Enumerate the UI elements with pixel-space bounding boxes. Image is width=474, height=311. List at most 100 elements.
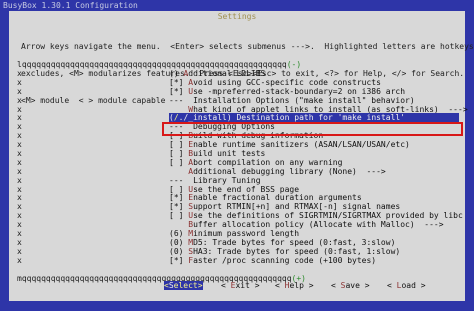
menu-border-char: x [17, 166, 22, 176]
menu-item[interactable]: [ ] Enable runtime sanitizers (ASAN/LSAN… [169, 140, 459, 149]
menu-item-prefix: [*] [169, 255, 189, 265]
menu-items: () Additional LDLIBS [*] Avoid using GCC-… [169, 69, 468, 265]
button-select[interactable]: <Select> [164, 281, 203, 290]
menu-item-label: dditional debugging library (None) ---> [193, 166, 386, 176]
menu-item-selected[interactable]: (/./_install) Destination path for 'make… [169, 113, 459, 122]
menu-item[interactable]: --- Library Tuning [169, 176, 459, 185]
menu-border-char: x [17, 255, 22, 265]
button-bar: <Select> < Exit > < Help > < Save > < Load > [9, 281, 465, 293]
menu-top-border: lqqqqqqqqqqqqqqqqqqqqqqqqqqqqqqqqqqqqqqq… [17, 60, 457, 69]
menu-item-label: hat kind of applet links to install (as … [193, 104, 468, 114]
menu-item-label: aster /proc scanning code (+100 bytes) [193, 255, 377, 265]
menu-item[interactable]: [*] Support RTMIN[+n] and RTMAX[-n] sign… [169, 202, 459, 211]
menu-item[interactable]: (6) Minimum password length [169, 229, 459, 238]
button-help[interactable]: < Help > [275, 281, 314, 290]
button-load[interactable]: < Load > [387, 281, 426, 290]
menu-border-char: x [17, 149, 22, 159]
menu-border-char: x [17, 140, 22, 150]
menu-item-prefix: [*] [169, 77, 189, 87]
menu-item-label: dditional LDLIBS [188, 69, 266, 78]
menu-border-char: x [17, 184, 22, 194]
menu-border-char: x [17, 69, 22, 78]
menu-border-char: x [17, 229, 22, 239]
scroll-up-indicator: (-) [286, 60, 302, 69]
menu-border-char: x [17, 246, 22, 256]
menu-item-prefix: (0) [169, 237, 189, 247]
menu-border-char: x [17, 220, 22, 230]
button-label: xit > [235, 281, 260, 290]
menu-item-label: se -mpreferred-stack-boundary=2 on i386 … [193, 86, 406, 96]
menu-border-char: x [17, 77, 22, 87]
menu-item-label: inimum password length [193, 229, 300, 239]
menu-item-prefix: [*] [169, 193, 189, 203]
menu-list: lqqqqqqqqqqqqqqqqqqqqqqqqqqqqqqqqqqqqqqq… [17, 60, 468, 283]
menu-item[interactable]: (0) MD5: Trade bytes for speed (0:fast, … [169, 238, 459, 247]
menu-item[interactable]: Buffer allocation policy (Allocate with … [169, 220, 459, 229]
menu-item-label: uffer allocation policy (Allocate with M… [193, 220, 444, 230]
menu-border-char: x [17, 193, 22, 203]
menu-border-char: x [17, 95, 22, 105]
menu-border-char: x [17, 237, 22, 247]
menu-border-char: x [17, 104, 22, 114]
menu-item[interactable]: [ ] Use the definitions of SIGRTMIN/SIGR… [169, 211, 463, 221]
menu-item-label: bort compilation on any warning [193, 157, 343, 167]
menu-item-prefix: [ ] [169, 184, 189, 194]
menu-item-prefix: --- [169, 95, 189, 105]
menu-item[interactable]: (0) SHA3: Trade bytes for speed (0:fast,… [169, 247, 459, 256]
button-bracket: < [331, 281, 341, 290]
menu-item[interactable]: [*] Avoid using GCC-specific code constr… [169, 78, 459, 87]
menu-item-label: void using GCC-specific code constructs [193, 77, 381, 87]
menu-item-prefix: [*] [169, 86, 189, 96]
menu-item-prefix: [ ] [169, 157, 189, 167]
button-bracket: < [275, 281, 285, 290]
menu-item-label: se the definitions of SIGRTMIN/SIGRTMAX … [193, 211, 463, 221]
menu-item[interactable]: [ ] Abort compilation on any warning [169, 158, 459, 167]
menu-item[interactable]: --- Installation Options ("make install"… [169, 96, 459, 105]
menu-item-prefix [169, 105, 188, 114]
menu-item[interactable]: [*] Faster /proc scanning code (+100 byt… [169, 256, 459, 265]
selection-highlight-box [162, 122, 463, 136]
top-border-line: lqqqqqqqqqqqqqqqqqqqqqqqqqqqqqqqqqqqqqqq… [17, 60, 287, 69]
menu-border-char: x [17, 211, 22, 221]
menu-border-char: x [17, 157, 22, 167]
menu-item-label: se the end of BSS page [193, 184, 300, 194]
help-line: Arrow keys navigate the menu. <Enter> se… [21, 42, 474, 51]
menu-left-border: xxxxxxxxxxxxxxxxxxxxxx [17, 69, 25, 265]
menu-border-char: x [17, 175, 22, 185]
menu-border-char: x [17, 202, 22, 212]
menu-item-prefix [169, 220, 188, 229]
menu-item-prefix: (6) [169, 229, 189, 239]
menu-item-label: HA3: Trade bytes for speed (0:fast, 1:sl… [193, 246, 401, 256]
menu-item-label: uild unit tests [193, 149, 266, 159]
settings-dialog: Settings Arrow keys navigate the menu. <… [9, 11, 474, 301]
menu-item[interactable]: [ ] Use the end of BSS page [169, 185, 459, 194]
menu-item-prefix: [ ] [169, 149, 189, 159]
menu-item[interactable]: [*] Enable fractional duration arguments [169, 193, 459, 202]
menu-border-char: x [17, 122, 22, 132]
button-bracket: < [221, 281, 231, 290]
button-label: elect> [173, 281, 203, 290]
menu-item[interactable]: What kind of applet links to install (as… [169, 105, 467, 114]
menu-item-prefix: --- [169, 175, 189, 185]
window-title: BusyBox 1.30.1 Configuration [3, 1, 138, 10]
button-bracket: < [387, 281, 397, 290]
menu-item[interactable]: [ ] Build unit tests [169, 149, 459, 158]
menu-item-prefix: [ ] [169, 140, 189, 150]
menu-item-prefix: () [169, 69, 184, 78]
menu-item-label: nable fractional duration arguments [193, 193, 362, 203]
button-label: elp > [289, 281, 314, 290]
button-label: ave > [345, 281, 370, 290]
button-save[interactable]: < Save > [331, 281, 370, 290]
menu-item-prefix: (0) [169, 246, 189, 256]
menu-item-label: Installation Options ("make install" beh… [188, 95, 415, 105]
menu-border-char: x [17, 131, 22, 141]
menu-item[interactable]: [*] Use -mpreferred-stack-boundary=2 on … [169, 87, 459, 96]
button-exit[interactable]: < Exit > [221, 281, 260, 290]
menu-item[interactable]: Additional debugging library (None) ---> [169, 167, 459, 176]
menu-item-prefix [169, 167, 188, 176]
menu-item-label: upport RTMIN[+n] and RTMAX[-n] signal na… [193, 202, 401, 212]
menu-item-label: nable runtime sanitizers (ASAN/LSAN/USAN… [193, 140, 410, 150]
dialog-title: Settings [217, 12, 257, 21]
menu-item-prefix: [ ] [169, 211, 189, 221]
menu-item[interactable]: () Additional LDLIBS [169, 69, 459, 78]
